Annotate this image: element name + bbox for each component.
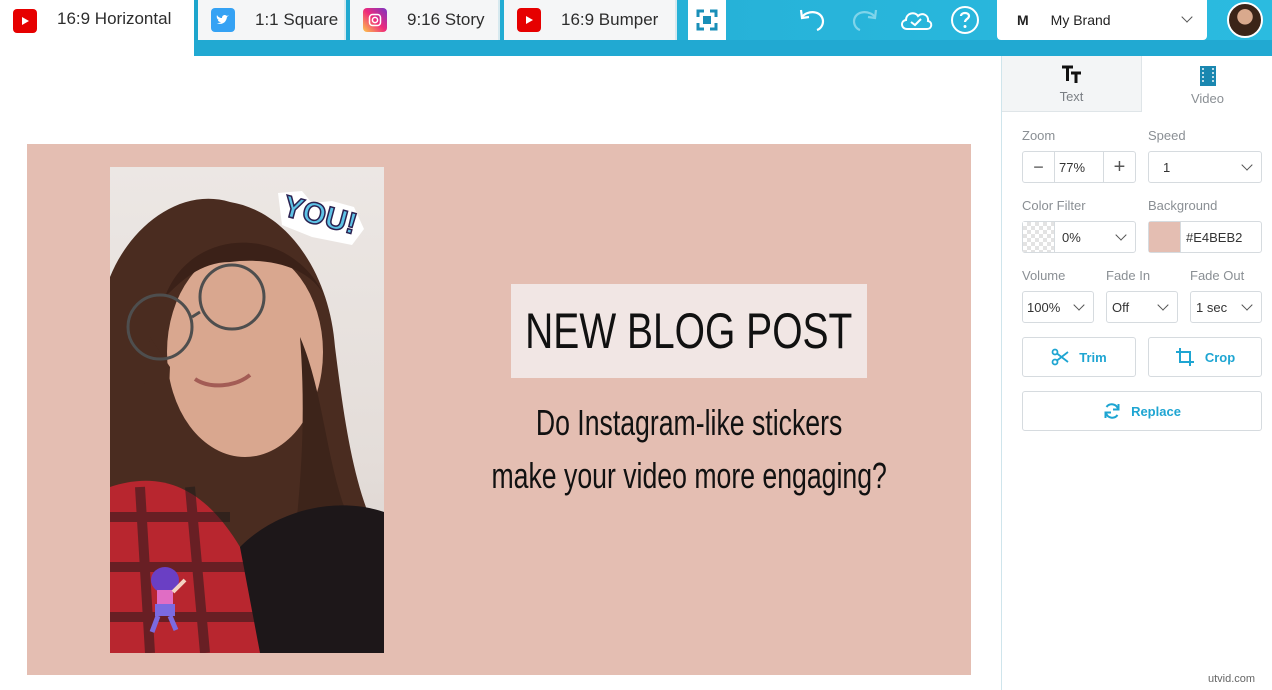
fullscreen-button[interactable] bbox=[688, 0, 726, 40]
zoom-label: Zoom bbox=[1022, 128, 1056, 143]
zoom-stepper[interactable]: − 77% + bbox=[1022, 151, 1136, 183]
youtube-icon bbox=[13, 9, 37, 33]
speed-select[interactable]: 1 bbox=[1148, 151, 1262, 183]
video-clip[interactable]: YOU! bbox=[110, 167, 384, 653]
background-label: Background bbox=[1148, 198, 1218, 213]
fade-out-label: Fade Out bbox=[1190, 268, 1245, 283]
tab-text-label: Text bbox=[1059, 89, 1084, 104]
replace-label: Replace bbox=[1131, 403, 1181, 419]
zoom-value: 77% bbox=[1059, 159, 1086, 175]
chevron-down-icon bbox=[1157, 299, 1169, 311]
tab-label: 9:16 Story bbox=[407, 10, 485, 29]
subtitle-line-2-text: make your video more engaging? bbox=[491, 455, 887, 496]
refresh-icon bbox=[1104, 403, 1120, 419]
tab-video[interactable]: Video bbox=[1142, 56, 1272, 112]
color-filter-value: 0% bbox=[1062, 229, 1081, 245]
save-cloud-button[interactable] bbox=[898, 4, 934, 36]
user-avatar[interactable] bbox=[1227, 2, 1263, 38]
volume-value: 100% bbox=[1027, 299, 1061, 315]
subtitle-line-1-text: Do Instagram-like stickers bbox=[535, 402, 843, 443]
trim-label: Trim bbox=[1079, 349, 1107, 365]
help-icon bbox=[951, 6, 979, 34]
chevron-down-icon bbox=[1181, 11, 1193, 23]
fade-out-value: 1 sec bbox=[1196, 299, 1228, 315]
tab-16-9-bumper[interactable]: 16:9 Bumper bbox=[504, 0, 677, 40]
tab-9-16-story[interactable]: 9:16 Story bbox=[350, 0, 500, 40]
fullscreen-icon bbox=[696, 9, 718, 31]
volume-select[interactable]: 100% bbox=[1022, 291, 1094, 323]
background-color-field[interactable]: #E4BEB2 bbox=[1148, 221, 1262, 253]
speed-value: 1 bbox=[1163, 159, 1171, 175]
fade-in-label: Fade In bbox=[1106, 268, 1151, 283]
crop-label: Crop bbox=[1204, 349, 1236, 365]
tab-16-9-horizontal[interactable]: 16:9 Horizontal bbox=[0, 0, 194, 56]
brand-name: My Brand bbox=[1050, 12, 1111, 28]
brand-initial: M bbox=[1017, 12, 1029, 28]
trim-button[interactable]: Trim bbox=[1022, 337, 1136, 377]
tab-label: 16:9 Bumper bbox=[561, 10, 659, 29]
zoom-plus-button[interactable]: + bbox=[1103, 152, 1135, 182]
color-filter-label: Color Filter bbox=[1022, 198, 1086, 213]
toolbar-underlay bbox=[194, 40, 1272, 56]
you-sticker-image: YOU! bbox=[278, 189, 364, 245]
background-color-swatch[interactable] bbox=[1149, 222, 1181, 252]
chevron-down-icon bbox=[1241, 159, 1253, 171]
chevron-down-icon bbox=[1073, 299, 1085, 311]
zoom-minus-button[interactable]: − bbox=[1023, 152, 1055, 182]
color-filter-select[interactable]: 0% bbox=[1022, 221, 1136, 253]
tab-video-label: Video bbox=[1190, 91, 1224, 106]
title-text: NEW BLOG POST bbox=[525, 303, 853, 359]
scissors-icon bbox=[1051, 348, 1069, 366]
chevron-down-icon bbox=[1115, 229, 1127, 241]
instagram-icon bbox=[363, 8, 387, 32]
properties-panel: Text Video Zoom Speed − 77% + 1 Color Fi… bbox=[1001, 56, 1272, 690]
tab-label: 16:9 Horizontal bbox=[57, 9, 172, 28]
speed-label: Speed bbox=[1148, 128, 1186, 143]
subtitle-line-2[interactable]: make your video more engaging? bbox=[421, 455, 957, 497]
background-color-value: #E4BEB2 bbox=[1186, 229, 1243, 245]
watermark: utvid.com bbox=[1208, 673, 1256, 685]
redo-icon bbox=[852, 9, 878, 32]
tab-text[interactable]: Text bbox=[1002, 56, 1142, 112]
fade-in-select[interactable]: Off bbox=[1106, 291, 1178, 323]
twitter-icon bbox=[211, 8, 235, 32]
chevron-down-icon bbox=[1241, 299, 1253, 311]
crop-button[interactable]: Crop bbox=[1148, 337, 1262, 377]
you-sticker[interactable]: YOU! bbox=[272, 185, 368, 249]
film-icon bbox=[1199, 66, 1216, 86]
redo-button[interactable] bbox=[847, 4, 883, 36]
help-button[interactable] bbox=[947, 4, 983, 36]
volume-label: Volume bbox=[1022, 268, 1066, 283]
undo-icon bbox=[799, 9, 825, 32]
replace-button[interactable]: Replace bbox=[1022, 391, 1262, 431]
brand-selector[interactable]: M My Brand bbox=[997, 0, 1207, 40]
video-canvas[interactable]: YOU! NEW BLOG POST Do Instagram-like sti… bbox=[27, 144, 971, 675]
cloud-check-icon bbox=[901, 12, 933, 30]
title-text-box[interactable]: NEW BLOG POST bbox=[511, 284, 867, 378]
tab-label: 1:1 Square bbox=[255, 10, 339, 29]
youtube-icon bbox=[517, 8, 541, 32]
undo-button[interactable] bbox=[794, 4, 830, 36]
text-icon bbox=[1061, 65, 1081, 83]
fade-out-select[interactable]: 1 sec bbox=[1190, 291, 1262, 323]
subtitle-line-1[interactable]: Do Instagram-like stickers bbox=[421, 402, 957, 444]
crop-icon bbox=[1175, 348, 1194, 366]
tab-1-1-square[interactable]: 1:1 Square bbox=[198, 0, 346, 40]
fade-in-value: Off bbox=[1112, 299, 1130, 315]
transparency-swatch bbox=[1023, 222, 1055, 252]
